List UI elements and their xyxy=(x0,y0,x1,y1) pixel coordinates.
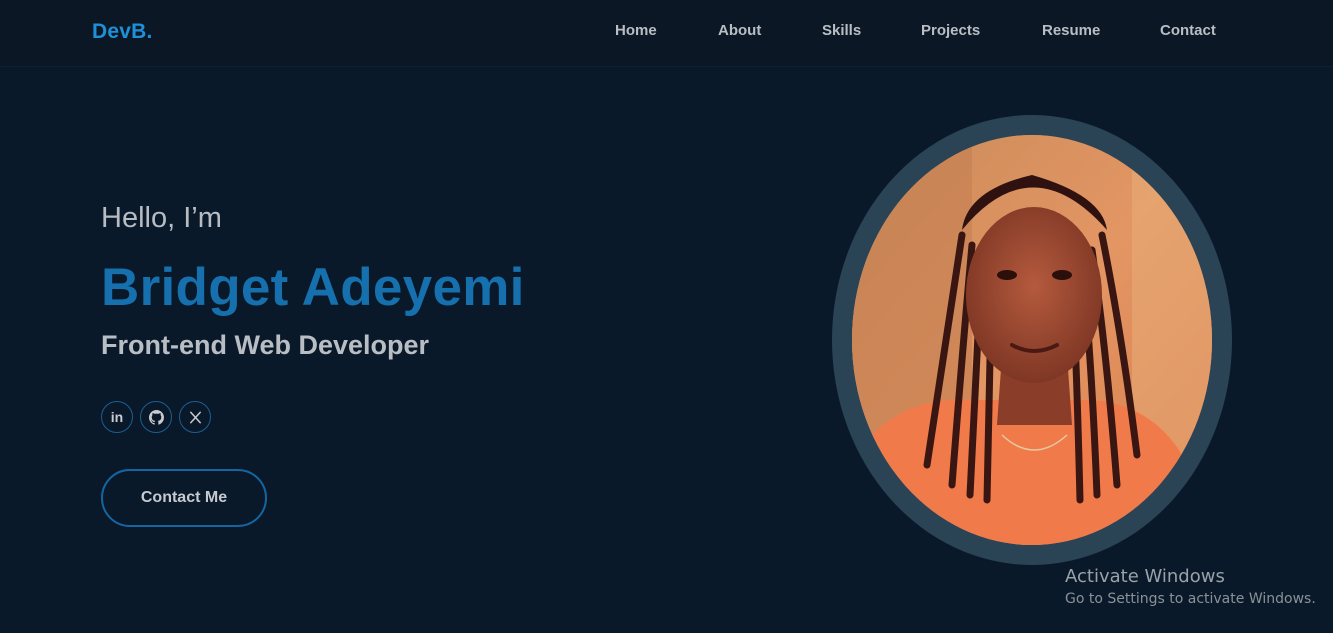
social-links: in xyxy=(101,401,221,434)
hero-name: Bridget Adeyemi xyxy=(101,258,525,317)
linkedin-link[interactable]: in xyxy=(101,401,133,433)
hero-section: Hello, I’m Bridget Adeyemi Front-end Web… xyxy=(0,67,1333,633)
profile-portrait-illustration xyxy=(852,135,1212,545)
windows-activation-watermark: Activate Windows Go to Settings to activ… xyxy=(1065,566,1316,607)
nav-links: Home About Skills Projects Resume Contac… xyxy=(0,22,1333,44)
linkedin-icon: in xyxy=(110,409,124,425)
x-twitter-link[interactable] xyxy=(179,401,211,433)
hero-greeting: Hello, I’m xyxy=(101,202,222,234)
profile-photo xyxy=(852,135,1212,545)
navbar: DevB. Home About Skills Projects Resume … xyxy=(0,0,1333,67)
contact-me-button[interactable]: Contact Me xyxy=(101,469,267,527)
watermark-subtitle: Go to Settings to activate Windows. xyxy=(1065,591,1316,607)
github-icon xyxy=(148,409,164,425)
nav-link-home[interactable]: Home xyxy=(615,22,657,39)
nav-link-resume[interactable]: Resume xyxy=(1042,22,1100,39)
github-link[interactable] xyxy=(140,401,172,433)
nav-link-projects[interactable]: Projects xyxy=(921,22,980,39)
profile-photo-frame xyxy=(832,115,1232,565)
nav-link-skills[interactable]: Skills xyxy=(822,22,861,39)
watermark-title: Activate Windows xyxy=(1065,566,1225,587)
nav-link-about[interactable]: About xyxy=(718,22,761,39)
nav-link-contact[interactable]: Contact xyxy=(1160,22,1216,39)
x-twitter-icon xyxy=(189,411,201,423)
hero-role: Front-end Web Developer xyxy=(101,330,430,360)
